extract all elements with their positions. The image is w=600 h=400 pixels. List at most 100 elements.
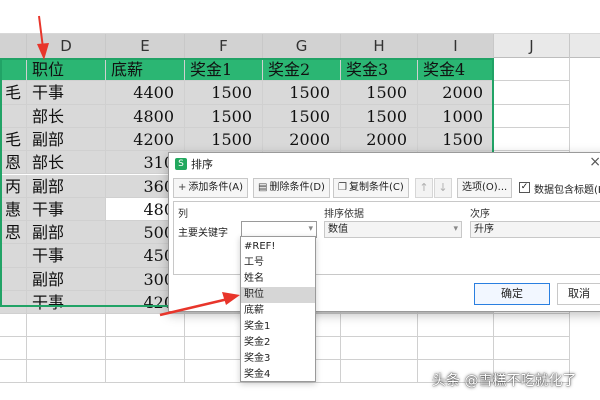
arrow-up-icon[interactable]: ↑ [415,178,433,198]
table-cell[interactable]: 1500 [185,104,263,128]
table-cell[interactable]: 1000 [418,104,494,128]
close-icon[interactable]: × [589,154,600,170]
table-cell[interactable]: 干事 [27,244,106,268]
table-cell[interactable]: 干事 [27,291,106,315]
header-cell-bonus4[interactable]: 奖金4 [418,58,494,82]
table-cell[interactable]: 副部 [27,221,106,245]
table-cell[interactable] [418,314,494,338]
dropdown-item[interactable]: 底薪 [241,303,315,319]
table-cell[interactable]: 毛 [0,81,27,105]
table-cell[interactable]: 干事 [27,81,106,105]
table-cell[interactable] [341,314,418,338]
column-header-j[interactable]: J [494,34,570,58]
table-cell[interactable] [106,337,185,361]
table-cell[interactable] [106,314,185,338]
header-cell-position[interactable]: 职位 [27,58,106,82]
table-cell[interactable] [27,314,106,338]
column-header-h[interactable]: H [341,34,418,58]
table-cell[interactable] [27,360,106,384]
header-cell-bonus1[interactable]: 奖金1 [185,58,263,82]
table-cell[interactable] [494,314,570,338]
table-cell[interactable] [0,314,27,338]
table-cell[interactable] [0,360,27,384]
table-cell[interactable]: 2000 [341,127,418,152]
table-cell[interactable] [0,58,27,82]
has-header-checkbox[interactable]: ✓ [519,182,530,193]
table-cell[interactable]: 丙 [0,174,27,198]
table-cell[interactable]: 惠 [0,197,27,222]
column-dropdown-list: #REF! 工号 姓名 职位 底薪 奖金1 奖金2 奖金3 奖金4 [240,236,316,382]
table-cell[interactable]: 2000 [418,81,494,105]
table-cell[interactable]: 4400 [106,81,185,105]
table-cell[interactable] [0,267,27,291]
table-cell[interactable]: 1500 [263,81,341,105]
dropdown-item[interactable]: 奖金3 [241,351,315,367]
table-cell[interactable] [27,337,106,361]
table-cell[interactable]: 4200 [106,127,185,152]
table-cell[interactable]: 恩 [0,151,27,175]
table-cell[interactable] [494,104,570,128]
sort-conditions-table: 列 排序依据 次序 主要关键字 ▾ 数值 ▾ 升序 [173,201,600,275]
table-cell[interactable]: 副部 [27,267,106,291]
table-cell[interactable] [0,244,27,268]
table-cell[interactable]: 1500 [341,81,418,105]
table-cell[interactable] [0,291,27,315]
table-cell[interactable] [106,360,185,384]
options-button[interactable]: 选项(O)... [457,178,513,198]
table-cell[interactable]: 部长 [27,104,106,128]
table-cell[interactable]: 毛 [0,127,27,152]
dropdown-item[interactable]: #REF! [241,239,315,255]
column-header-f[interactable]: F [185,34,263,58]
add-condition-button[interactable]: + 添加条件(A) [173,178,249,198]
table-cell[interactable]: 1500 [263,104,341,128]
delete-condition-button[interactable]: ▤ 删除条件(D) [253,178,330,198]
table-cell[interactable]: 思 [0,221,27,245]
table-cell[interactable] [494,58,570,82]
column-header-e[interactable]: E [106,34,185,58]
app-logo-icon: S [175,158,187,170]
dropdown-item[interactable]: 姓名 [241,271,315,287]
sort-on-select[interactable]: 数值 ▾ [324,221,462,238]
column-header-d[interactable]: D [27,34,106,58]
dropdown-item[interactable]: 奖金2 [241,335,315,351]
column-header-row: D E F G H I J [0,34,600,58]
table-cell[interactable]: 副部 [27,127,106,152]
table-cell[interactable]: 1500 [185,127,263,152]
table-cell[interactable] [494,81,570,105]
column-header-c[interactable] [0,34,27,58]
table-cell[interactable]: 4800 [106,104,185,128]
table-cell[interactable]: 1500 [418,127,494,152]
table-cell[interactable]: 干事 [27,197,106,222]
table-cell[interactable] [341,337,418,361]
table-cell[interactable] [418,337,494,361]
dropdown-item[interactable]: 职位 [241,287,315,303]
ok-button[interactable]: 确定 [474,283,550,305]
table-cell[interactable] [0,337,27,361]
dropdown-item[interactable]: 奖金1 [241,319,315,335]
table-cell[interactable]: 部长 [27,151,106,175]
table-cell[interactable]: 副部 [27,174,106,198]
header-cell-bonus3[interactable]: 奖金3 [341,58,418,82]
column-header-i[interactable]: I [418,34,494,58]
cancel-button[interactable]: 取消 [557,283,600,305]
arrow-down-icon[interactable]: ↓ [434,178,452,198]
header-cell-bonus2[interactable]: 奖金2 [263,58,341,82]
table-cell[interactable] [0,104,27,128]
table-cell[interactable]: 2000 [263,127,341,152]
table-row: 部长 4800 1500 1500 1500 1000 [0,104,600,128]
copy-condition-button[interactable]: ❐ 复制条件(C) [333,178,409,198]
sort-on-value: 数值 [328,224,348,235]
table-cell[interactable]: 1500 [341,104,418,128]
table-cell[interactable]: 1500 [185,81,263,105]
copy-condition-label: 复制条件(C) [348,182,404,193]
dialog-titlebar[interactable]: S 排序 × [169,153,600,175]
dropdown-item[interactable]: 工号 [241,255,315,271]
copy-icon: ❐ [338,182,347,193]
dropdown-item[interactable]: 奖金4 [241,367,315,383]
header-cell-base[interactable]: 底薪 [106,58,185,82]
order-select[interactable]: 升序 [470,221,600,238]
table-cell[interactable] [341,360,418,384]
table-cell[interactable] [494,337,570,361]
table-cell[interactable] [494,127,570,152]
column-header-g[interactable]: G [263,34,341,58]
